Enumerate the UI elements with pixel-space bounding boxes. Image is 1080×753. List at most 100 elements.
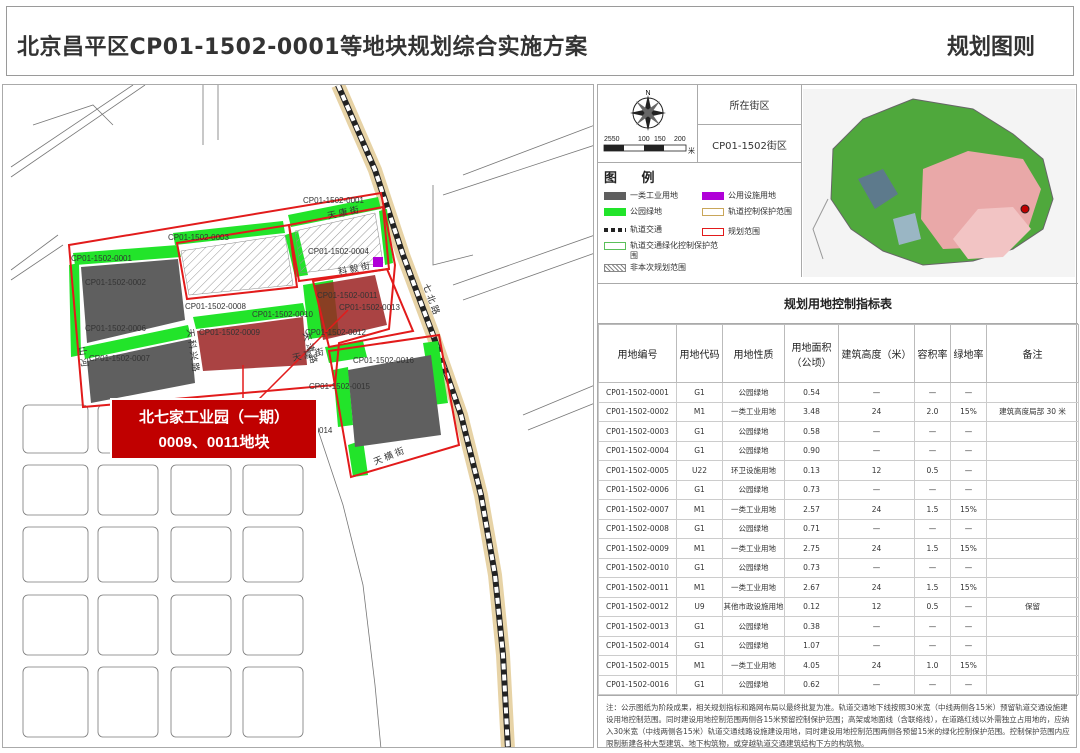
parcel-label-0008: CP01-1502-0008: [185, 302, 246, 311]
compass-icon: N 2550 100 150 200 米: [603, 90, 695, 155]
header-parcel-id: 用地编号: [598, 324, 677, 383]
table-cell: CP01-1502-0013: [598, 616, 677, 637]
table-cell: 一类工业用地: [722, 538, 785, 559]
legend-swatch-park: [604, 208, 626, 216]
table-cell: G1: [676, 616, 723, 637]
table-cell: 0.5: [914, 596, 951, 617]
legend-label-industrial: 一类工业用地: [630, 191, 678, 200]
legend-label-green-protect: 轨道交通绿化控制保护范围: [630, 241, 718, 260]
table-cell: 建筑高度局部 30 米: [986, 401, 1079, 422]
table-cell: [986, 440, 1079, 461]
legend-industrial: 一类工业用地: [604, 191, 678, 201]
legend-park: 公园绿地: [604, 207, 662, 217]
table-cell: CP01-1502-0011: [598, 577, 677, 598]
table-cell: —: [950, 596, 987, 617]
table-cell: —: [950, 421, 987, 442]
table-cell: CP01-1502-0016: [598, 674, 677, 695]
scale-unit: 米: [688, 146, 695, 155]
table-cell: 15%: [950, 499, 987, 520]
parcel-label-0003: CP01-1502-0003: [168, 233, 229, 242]
table-cell: —: [950, 440, 987, 461]
parcel-label-0007: CP01-1502-0007: [89, 354, 150, 363]
table-cell: [986, 616, 1079, 637]
parcel-label-0010: CP01-1502-0010: [252, 310, 313, 319]
table-row[interactable]: CP01-1502-0016 G1 公园绿地 0.62— — —: [598, 674, 1079, 695]
table-cell: —: [950, 674, 987, 695]
table-row[interactable]: CP01-1502-0009 M1 一类工业用地 2.75 24 1.5 15%: [598, 538, 1079, 559]
table-cell: 0.73: [784, 479, 839, 500]
parcel-0005[interactable]: [373, 257, 383, 267]
table-row[interactable]: CP01-1502-0015 M1 一类工业用地 4.05 24 1.0 15%: [598, 655, 1079, 676]
table-row[interactable]: CP01-1502-0002 M1 一类工业用地 3.48 24 2.0 15% 建筑高度局部…: [598, 401, 1079, 422]
legend-label-park: 公园绿地: [630, 207, 662, 216]
locator-map[interactable]: [803, 89, 1075, 277]
table-row[interactable]: CP01-1502-0006 G1 公园绿地 0.73— — —: [598, 479, 1079, 500]
parcel-label-0012: CP01-1502-0012: [305, 328, 366, 337]
table-cell: —: [914, 421, 951, 442]
table-cell: 0.13: [784, 460, 839, 481]
table-cell: —: [914, 382, 951, 403]
table-cell: 0.71: [784, 518, 839, 539]
table-cell: 公园绿地: [722, 382, 785, 403]
table-row[interactable]: CP01-1502-0014 G1 公园绿地 1.07— — —: [598, 635, 1079, 656]
table-header-row: 用地编号 用地代码 用地性质 用地面积（公顷） 建筑高度（米） 容积率 绿地率 …: [598, 324, 1079, 383]
table-cell: M1: [676, 577, 723, 598]
scale-0: 2550: [604, 136, 620, 143]
header: 北京昌平区CP01-1502-0001等地块规划综合实施方案 规划图则: [6, 6, 1074, 76]
table-cell: 公园绿地: [722, 479, 785, 500]
table-row[interactable]: CP01-1502-0003 G1 公园绿地 0.58— — —: [598, 421, 1079, 442]
table-cell: 2.57: [784, 499, 839, 520]
table-cell: CP01-1502-0009: [598, 538, 677, 559]
table-row[interactable]: CP01-1502-0013 G1 公园绿地 0.38— — —: [598, 616, 1079, 637]
table-row[interactable]: CP01-1502-0007 M1 一类工业用地 2.57 24 1.5 15%: [598, 499, 1079, 520]
table-row[interactable]: CP01-1502-0010 G1 公园绿地 0.73— — —: [598, 557, 1079, 578]
legend-swatch-excluded: [604, 264, 626, 272]
table-cell: —: [914, 479, 951, 500]
table-cell: 公园绿地: [722, 518, 785, 539]
table-cell: 公园绿地: [722, 421, 785, 442]
table-cell: 15%: [950, 655, 987, 676]
table-cell: 0.73: [784, 557, 839, 578]
legend-label-rail-protect: 轨道控制保护范围: [728, 207, 792, 216]
map-panel[interactable]: CP01-1502-0001 CP01-1502-0002 CP01-1502-…: [2, 84, 594, 748]
info-panel: N 2550 100 150 200 米 所在街区 CP01-1502街区 图 …: [597, 84, 1079, 748]
parcel-label-0013: CP01-1502-0013: [339, 303, 400, 312]
table-cell: 其他市政设施用地: [722, 596, 785, 617]
site-map[interactable]: CP01-1502-0001 CP01-1502-0002 CP01-1502-…: [3, 85, 594, 748]
table-cell: CP01-1502-0010: [598, 557, 677, 578]
location-marker-icon: [1020, 204, 1030, 214]
table-row[interactable]: CP01-1502-0004 G1 公园绿地 0.90— — —: [598, 440, 1079, 461]
legend-green-protect: 轨道交通绿化控制保护范围: [604, 241, 724, 261]
parcel-label-0004: CP01-1502-0004: [308, 247, 369, 256]
table-row[interactable]: CP01-1502-0012 U9 其他市政设施用地 0.12 12 0.5— 保留: [598, 596, 1079, 617]
table-cell: 15%: [950, 538, 987, 559]
parcel-0015[interactable]: [348, 355, 441, 447]
indicator-table: 用地编号 用地代码 用地性质 用地面积（公顷） 建筑高度（米） 容积率 绿地率 …: [598, 324, 1079, 695]
table-row[interactable]: CP01-1502-0008 G1 公园绿地 0.71— — —: [598, 518, 1079, 539]
callout-line-2: 0009、0011地块: [159, 433, 271, 451]
table-cell: 12: [838, 596, 915, 617]
scale-2: 150: [654, 136, 666, 143]
header-remarks: 备注: [986, 324, 1079, 383]
table-cell: 0.62: [784, 674, 839, 695]
table-cell: 0.54: [784, 382, 839, 403]
table-cell: —: [838, 421, 915, 442]
table-cell: [986, 382, 1079, 403]
table-cell: [986, 655, 1079, 676]
table-cell: 0.5: [914, 460, 951, 481]
table-cell: 公园绿地: [722, 557, 785, 578]
table-cell: [986, 674, 1079, 695]
table-cell: G1: [676, 440, 723, 461]
table-row[interactable]: CP01-1502-0001 G1 公园绿地 0.54— — —: [598, 382, 1079, 403]
table-cell: [986, 557, 1079, 578]
table-row[interactable]: CP01-1502-0005 U22 环卫设施用地 0.13 12 0.5—: [598, 460, 1079, 481]
compass-box: N 2550 100 150 200 米: [598, 85, 698, 163]
table-cell: 一类工业用地: [722, 577, 785, 598]
table-cell: 保留: [986, 596, 1079, 617]
table-row[interactable]: CP01-1502-0011 M1 一类工业用地 2.67 24 1.5 15%: [598, 577, 1079, 598]
table-cell: 2.75: [784, 538, 839, 559]
legend-public: 公用设施用地: [702, 191, 776, 201]
table-cell: [986, 499, 1079, 520]
table-cell: 3.48: [784, 401, 839, 422]
table-cell: —: [838, 479, 915, 500]
